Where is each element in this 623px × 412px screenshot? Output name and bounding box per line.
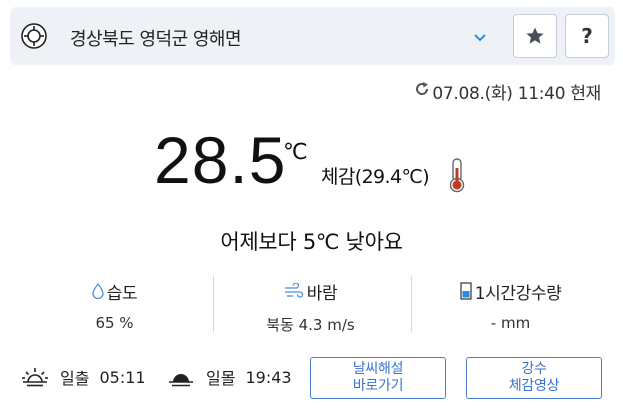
location-dropdown-button[interactable] xyxy=(472,29,488,45)
sunrise-icon xyxy=(22,368,48,387)
humidity-value: 65 % xyxy=(95,314,134,332)
rain-video-button[interactable]: 강수 체감영상 xyxy=(466,357,602,399)
sunset: 일몰 19:43 xyxy=(168,365,292,389)
sunrise: 일출 05:11 xyxy=(22,365,146,389)
sunrise-time: 05:11 xyxy=(99,367,146,387)
droplet-icon xyxy=(92,283,104,299)
stat-divider xyxy=(411,276,412,332)
sunset-time: 19:43 xyxy=(245,367,292,387)
current-temperature: 28.5 xyxy=(154,123,287,197)
location-bar: 경상북도 영덕군 영해면 ? xyxy=(10,7,615,65)
refresh-icon xyxy=(416,82,429,95)
star-icon xyxy=(526,27,544,44)
sunset-icon xyxy=(169,374,193,387)
wind-label: 바람 xyxy=(306,283,338,304)
refresh-button[interactable] xyxy=(414,81,432,102)
help-button[interactable]: ? xyxy=(565,14,609,58)
location-name[interactable]: 경상북도 영덕군 영해면 xyxy=(70,25,242,51)
chevron-down-icon xyxy=(474,34,486,42)
precipitation-value: - mm xyxy=(490,314,531,332)
rain-gauge-icon xyxy=(460,282,472,300)
rain-video-line2: 체감영상 xyxy=(508,378,560,394)
precipitation-label: 1시간강수량 xyxy=(474,283,562,304)
wind-value: 북동 4.3 m/s xyxy=(266,316,355,334)
update-time-text: 07.08.(화) 11:40 현재 xyxy=(432,84,601,104)
feels-like-temperature: 체감(29.4℃) xyxy=(321,166,430,188)
update-time: 07.08.(화) 11:40 현재 xyxy=(414,79,601,104)
weather-explanation-button[interactable]: 날씨해설 바로가기 xyxy=(310,357,446,399)
wind-stat: 바람 북동 4.3 m/s xyxy=(213,280,408,335)
current-location-button[interactable] xyxy=(20,22,48,50)
temperature-unit: ℃ xyxy=(283,140,308,165)
wind-icon xyxy=(284,283,303,298)
sunrise-label: 일출 xyxy=(60,369,90,388)
humidity-label: 습도 xyxy=(106,283,138,304)
precipitation-stat: 1시간강수량 - mm xyxy=(413,280,608,332)
target-icon xyxy=(21,23,47,49)
thermometer-icon xyxy=(446,157,468,197)
weather-explanation-line1: 날씨해설 xyxy=(352,361,404,377)
sunset-label: 일몰 xyxy=(206,369,236,388)
weather-explanation-line2: 바로가기 xyxy=(352,378,404,394)
rain-video-line1: 강수 xyxy=(521,361,547,377)
favorite-button[interactable] xyxy=(513,14,557,58)
temperature-comparison: 어제보다 5℃ 낮아요 xyxy=(220,230,403,254)
humidity-stat: 습도 65 % xyxy=(17,280,212,332)
